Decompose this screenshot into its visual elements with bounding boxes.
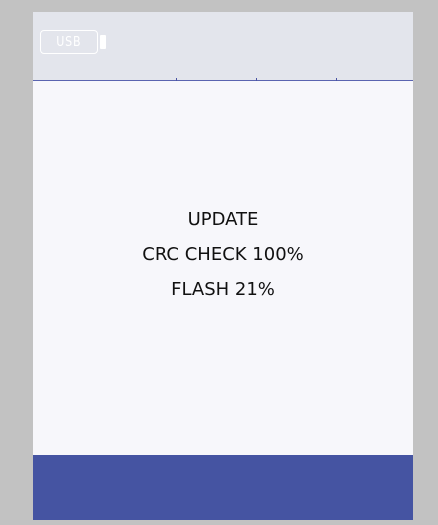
update-message: UPDATE CRC CHECK 100% FLASH 21%	[33, 202, 413, 307]
flash-status: FLASH 21%	[171, 279, 275, 300]
device-screen: USB UPDATE CRC CHECK 100% FLASH 21%	[33, 12, 413, 520]
usb-stick-icon: USB	[40, 30, 106, 56]
update-title: UPDATE	[187, 209, 259, 230]
device-frame: USB UPDATE CRC CHECK 100% FLASH 21%	[0, 0, 438, 525]
status-divider-tick	[336, 78, 337, 81]
bottom-bar	[33, 455, 413, 520]
usb-label: USB	[56, 34, 82, 50]
crc-check-status: CRC CHECK 100%	[142, 244, 304, 265]
usb-stick-body: USB	[40, 30, 98, 54]
status-bar: USB	[33, 12, 413, 81]
status-divider-tick	[256, 78, 257, 81]
usb-plug	[100, 35, 106, 49]
status-divider-tick	[176, 78, 177, 81]
